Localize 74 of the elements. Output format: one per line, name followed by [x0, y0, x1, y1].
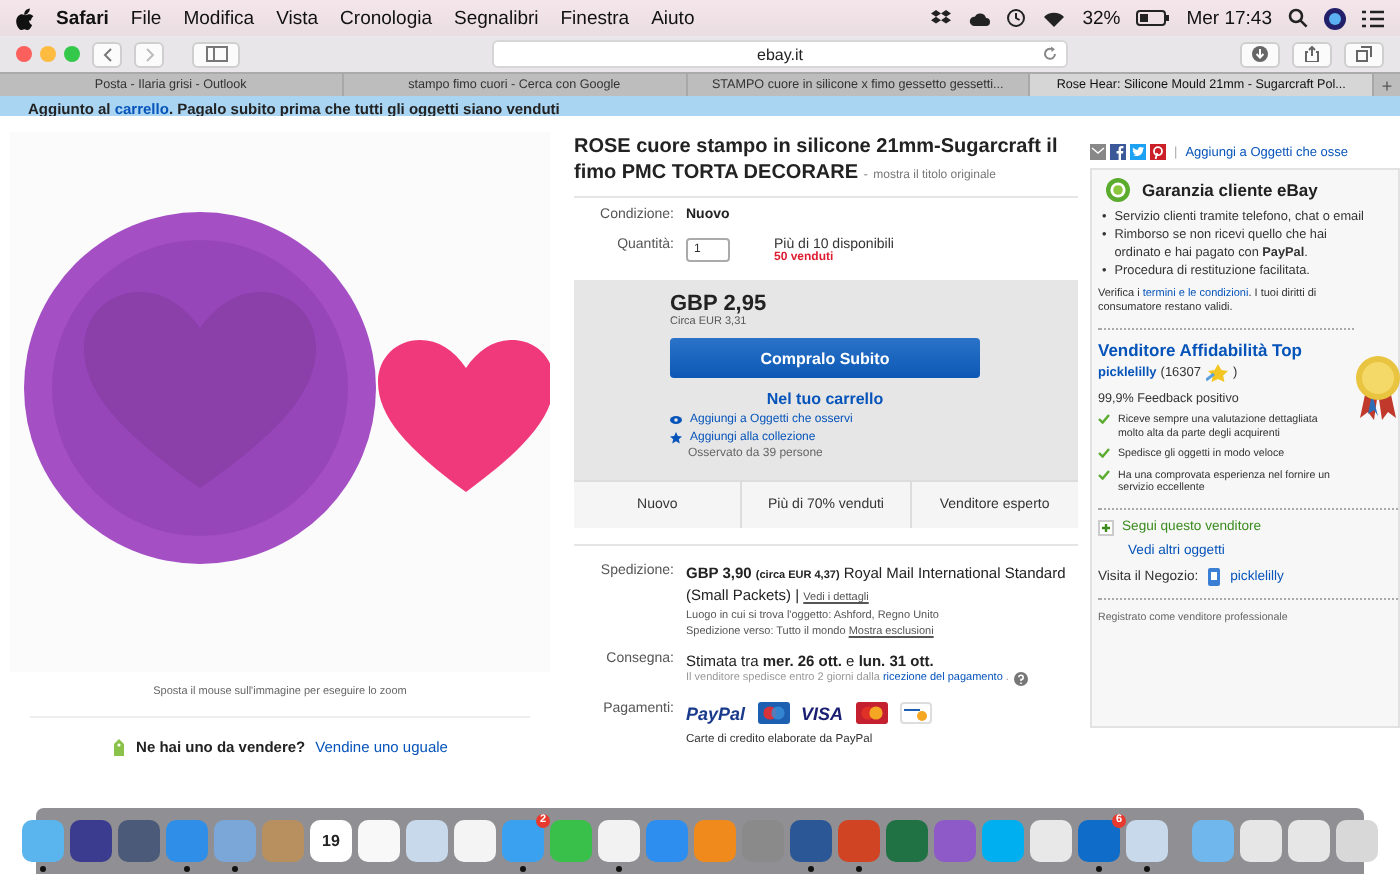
- search-icon[interactable]: [1288, 8, 1308, 28]
- menu-item[interactable]: Vista: [276, 7, 319, 29]
- visa-logo: VISA: [801, 703, 844, 723]
- download-icon: [1252, 46, 1268, 62]
- cloud-icon[interactable]: [968, 9, 991, 27]
- new-tab-button[interactable]: +: [1374, 74, 1400, 96]
- apple-icon: [16, 7, 34, 29]
- list-icon[interactable]: [1362, 9, 1384, 27]
- price-text: GBP 2,95: [670, 292, 769, 316]
- clock-icon[interactable]: [1006, 8, 1027, 28]
- paypal-logo: PayPal: [686, 703, 746, 723]
- shield-icon: [1106, 178, 1130, 202]
- battery-percent: 32%: [1082, 7, 1121, 29]
- tag-icon: [112, 738, 127, 756]
- share-icon: [1304, 46, 1320, 62]
- twitter-icon[interactable]: [1130, 144, 1146, 160]
- share-button[interactable]: [1292, 41, 1332, 67]
- check-icon: [1098, 414, 1110, 424]
- reload-icon[interactable]: [1042, 46, 1058, 62]
- paypal-credit-icon: [899, 702, 932, 724]
- eye-icon: [670, 416, 682, 424]
- plus-icon[interactable]: [1098, 519, 1114, 535]
- rating-star-icon: [1205, 364, 1230, 382]
- menu-item[interactable]: Finestra: [560, 7, 630, 29]
- back-button[interactable]: [92, 41, 122, 67]
- medal-icon: [1354, 354, 1400, 422]
- forward-icon: [143, 47, 155, 61]
- back-icon: [101, 47, 113, 61]
- wifi-icon[interactable]: [1042, 9, 1067, 27]
- guarantee-title: Garanzia cliente eBay: [1142, 180, 1318, 200]
- menu-item[interactable]: Segnalibri: [454, 7, 539, 29]
- sidebar-icon: [205, 46, 227, 62]
- dropbox-icon[interactable]: [930, 8, 953, 28]
- sidebar-button[interactable]: [192, 41, 240, 67]
- menu-item[interactable]: Cronologia: [340, 7, 432, 29]
- top-seller-title: Venditore Affidabilità Top: [1098, 340, 1304, 360]
- facebook-icon[interactable]: [1110, 144, 1126, 160]
- forward-button[interactable]: [134, 41, 164, 67]
- store-icon[interactable]: [1208, 567, 1221, 585]
- maestro-icon: [757, 702, 790, 724]
- pinterest-icon[interactable]: [1150, 144, 1166, 160]
- download-button[interactable]: [1240, 41, 1280, 67]
- zoom-button[interactable]: [64, 46, 80, 62]
- siri-icon[interactable]: [1324, 7, 1346, 29]
- dock-app-icon[interactable]: [118, 820, 160, 862]
- dock-app-icon[interactable]: [934, 820, 976, 862]
- mastercard-icon: [855, 702, 888, 724]
- dock-app-icon[interactable]: [454, 820, 496, 862]
- app-menu[interactable]: Safari: [56, 7, 109, 29]
- menu-item[interactable]: Aiuto: [651, 7, 695, 29]
- cart-link[interactable]: Nel tuo carrello: [670, 390, 980, 408]
- dock-app-icon[interactable]: [1336, 820, 1378, 862]
- battery-icon[interactable]: [1136, 10, 1171, 26]
- buy-now-button[interactable]: Compralo Subito: [670, 338, 980, 378]
- clock-text[interactable]: Mer 17:43: [1186, 7, 1272, 29]
- dock-app-icon[interactable]: [1030, 820, 1072, 862]
- dock-app-icon[interactable]: [1240, 820, 1282, 862]
- calendar-app-icon[interactable]: 19: [310, 820, 352, 862]
- tabs-overview-icon: [1356, 46, 1372, 62]
- menu-item[interactable]: Modifica: [183, 7, 255, 29]
- dock-app-icon[interactable]: [70, 820, 112, 862]
- dock-app-icon[interactable]: [1192, 820, 1234, 862]
- menu-item[interactable]: File: [130, 7, 162, 29]
- dock-app-icon[interactable]: [406, 820, 448, 862]
- email-icon[interactable]: [1090, 144, 1106, 160]
- url-text: ebay.it: [757, 45, 803, 63]
- tabs-overview-button[interactable]: [1344, 41, 1384, 67]
- help-icon[interactable]: [1014, 671, 1029, 685]
- address-field[interactable]: ebay.it: [492, 40, 1068, 68]
- dock-app-icon[interactable]: [886, 820, 928, 862]
- close-button[interactable]: [16, 46, 32, 62]
- star-icon: [670, 432, 682, 444]
- dock-app-icon[interactable]: [358, 820, 400, 862]
- dock-app-icon[interactable]: [1288, 820, 1330, 862]
